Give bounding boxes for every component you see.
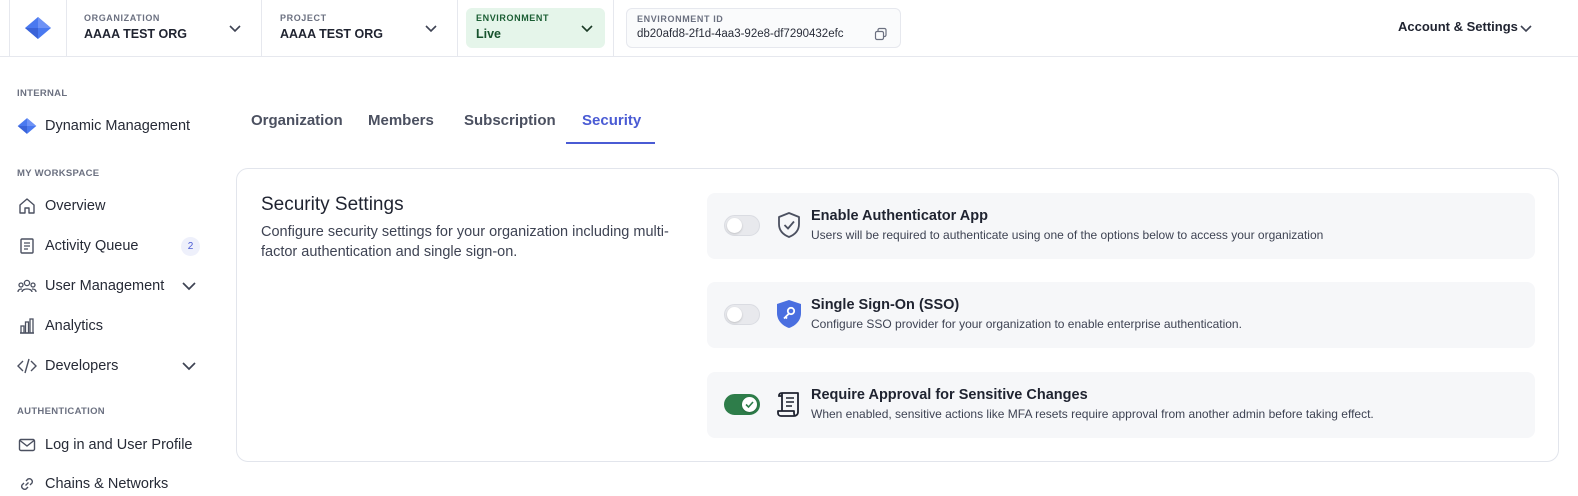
queue-icon (17, 236, 37, 256)
account-settings-button[interactable]: Account & Settings (1398, 19, 1518, 34)
activity-count-badge: 2 (181, 237, 200, 256)
tab-security[interactable]: Security (566, 100, 655, 144)
project-value: AAAA TEST ORG (280, 27, 384, 41)
option-description: Configure SSO provider for your organiza… (811, 317, 1242, 331)
sidebar-item-label: Overview (45, 198, 106, 214)
bar-chart-icon (17, 316, 37, 336)
logo[interactable] (9, 0, 67, 56)
security-settings-card: Security Settings Configure security set… (236, 168, 1559, 462)
shield-key-icon (775, 299, 803, 329)
sidebar-item-label: Dynamic Management (45, 118, 191, 134)
sidebar-item-developers[interactable]: Developers (17, 354, 202, 378)
project-label: PROJECT (280, 13, 327, 23)
organization-selector[interactable]: ORGANIZATION AAAA TEST ORG (67, 0, 262, 56)
require-approval-toggle[interactable] (724, 394, 760, 415)
users-icon (17, 276, 37, 296)
code-icon (17, 356, 37, 376)
environment-selector[interactable]: ENVIRONMENT Live (466, 8, 605, 48)
top-bar: ORGANIZATION AAAA TEST ORG PROJECT AAAA … (0, 0, 1578, 57)
sidebar-item-dynamic-management[interactable]: Dynamic Management (17, 114, 202, 138)
sidebar-item-label: User Management (45, 278, 165, 294)
project-selector[interactable]: PROJECT AAAA TEST ORG (263, 0, 458, 56)
sidebar: INTERNAL Dynamic Management MY WORKSPACE… (0, 57, 215, 493)
chevron-down-icon (581, 25, 593, 33)
option-sso: Single Sign-On (SSO) Configure SSO provi… (707, 282, 1535, 348)
option-title: Single Sign-On (SSO) (811, 297, 960, 313)
dynamic-logo-icon (25, 17, 51, 39)
sidebar-item-label: Activity Queue (45, 238, 139, 254)
sidebar-section-internal: INTERNAL (17, 88, 68, 99)
environment-id-box: ENVIRONMENT ID db20afd8-2f1d-4aa3-92e8-d… (626, 8, 901, 48)
chevron-down-icon[interactable] (181, 278, 197, 294)
option-description: When enabled, sensitive actions like MFA… (811, 407, 1374, 421)
tab-subscription[interactable]: Subscription (464, 100, 556, 144)
sidebar-item-chains-networks[interactable]: Chains & Networks (17, 472, 202, 496)
organization-label: ORGANIZATION (84, 13, 161, 23)
chevron-down-icon[interactable] (181, 358, 197, 374)
authenticator-app-toggle[interactable] (724, 215, 760, 236)
mail-icon (17, 435, 37, 455)
option-authenticator-app: Enable Authenticator App Users will be r… (707, 193, 1535, 259)
environment-selector-cell: ENVIRONMENT Live (458, 0, 614, 56)
option-description: Users will be required to authenticate u… (811, 228, 1324, 242)
chevron-down-icon (425, 25, 437, 33)
chevron-down-icon[interactable] (1518, 20, 1534, 36)
sidebar-item-label: Log in and User Profile (45, 437, 193, 453)
sidebar-item-label: Developers (45, 358, 119, 374)
chevron-down-icon (229, 25, 241, 33)
tab-members[interactable]: Members (368, 100, 434, 144)
organization-value: AAAA TEST ORG (84, 27, 188, 41)
environment-id-value: db20afd8-2f1d-4aa3-92e8-df7290432efc (637, 28, 844, 40)
sidebar-item-user-management[interactable]: User Management (17, 274, 202, 298)
link-icon (17, 474, 37, 494)
home-icon (17, 196, 37, 216)
sidebar-section-authentication: AUTHENTICATION (17, 406, 105, 417)
sso-toggle[interactable] (724, 304, 760, 325)
environment-label: ENVIRONMENT (476, 13, 550, 23)
sidebar-item-label: Analytics (45, 318, 104, 334)
sidebar-item-label: Chains & Networks (45, 476, 169, 492)
shield-check-icon (775, 210, 803, 240)
copy-icon[interactable] (874, 27, 888, 41)
sidebar-item-activity-queue[interactable]: Activity Queue 2 (17, 234, 202, 258)
environment-value: Live (476, 27, 502, 41)
tab-organization[interactable]: Organization (251, 100, 343, 144)
section-title: Security Settings (261, 194, 404, 215)
section-description: Configure security settings for your org… (261, 224, 669, 260)
dynamic-logo-icon (17, 116, 37, 136)
sidebar-item-analytics[interactable]: Analytics (17, 314, 202, 338)
scroll-icon (775, 389, 803, 419)
sidebar-section-workspace: MY WORKSPACE (17, 168, 100, 179)
option-title: Require Approval for Sensitive Changes (811, 387, 1088, 403)
sidebar-item-overview[interactable]: Overview (17, 194, 202, 218)
option-require-approval: Require Approval for Sensitive Changes W… (707, 372, 1535, 438)
option-title: Enable Authenticator App (811, 208, 988, 224)
environment-id-label: ENVIRONMENT ID (637, 14, 724, 24)
sidebar-item-login-profile[interactable]: Log in and User Profile (17, 433, 202, 457)
